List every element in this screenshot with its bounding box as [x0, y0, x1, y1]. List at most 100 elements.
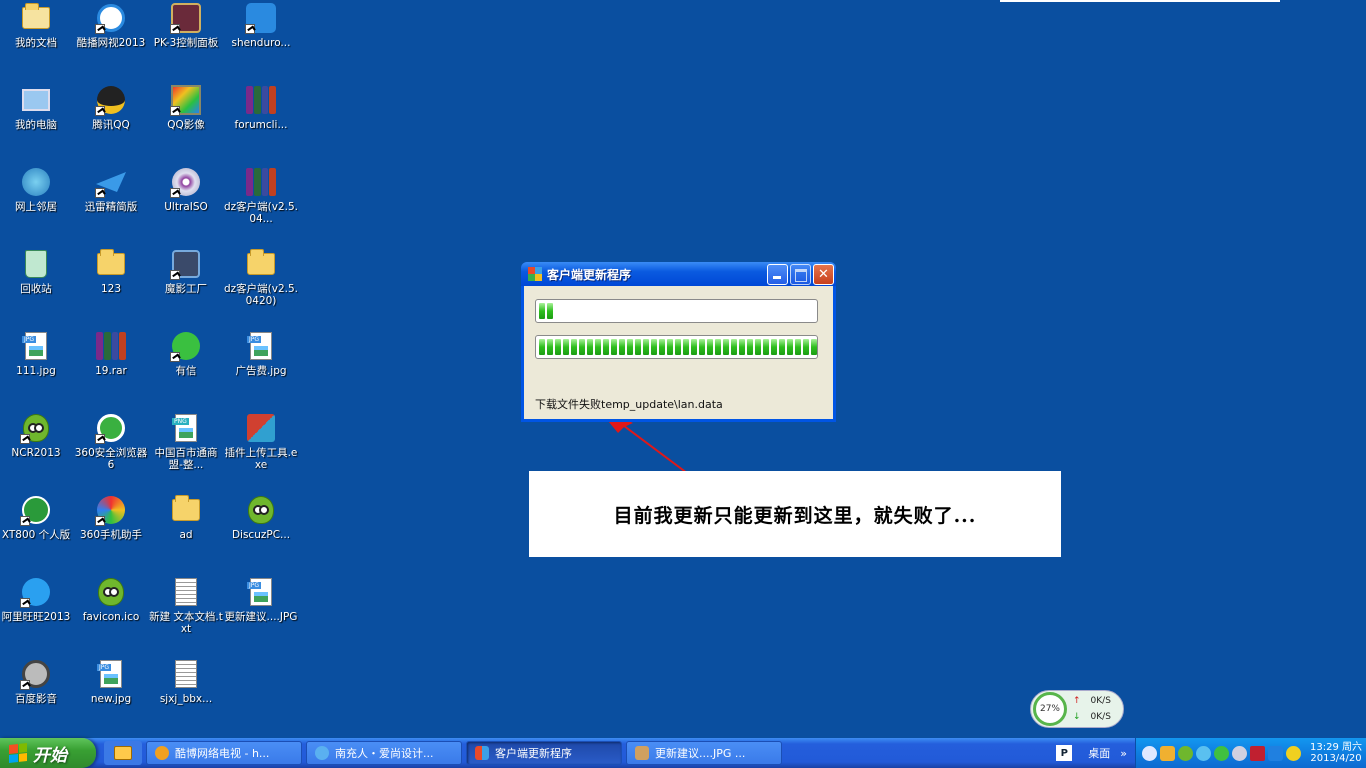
recycle-icon — [20, 248, 52, 280]
desktop-icon[interactable]: 阿里旺旺2013 — [0, 576, 74, 656]
progress-block — [715, 339, 721, 355]
tv-icon — [95, 2, 127, 34]
tray-app-icon[interactable] — [1250, 745, 1265, 761]
desktop-icon[interactable]: UltraISO — [148, 166, 224, 246]
progress-block — [539, 339, 545, 355]
jpg-icon: JPG — [20, 330, 52, 362]
minimize-button[interactable] — [767, 263, 788, 285]
desktop-icon-label: new.jpg — [90, 693, 132, 705]
desktop-icon[interactable]: 有信 — [148, 330, 224, 410]
desktop-icon-label: 插件上传工具.exe — [224, 447, 298, 471]
monster-icon — [20, 412, 52, 444]
desktop-icon[interactable]: JPG new.jpg — [73, 658, 149, 738]
progress-block — [643, 339, 649, 355]
desktop-icon-label: 新建 文本文档.txt — [149, 611, 223, 635]
start-label: 开始 — [33, 745, 67, 766]
thunder-icon — [95, 166, 127, 198]
desktop-icon[interactable]: 123 — [73, 248, 149, 328]
task-updater[interactable]: 客户端更新程序 — [466, 741, 622, 765]
desktop-icon[interactable]: 回收站 — [0, 248, 74, 328]
progress-block — [787, 339, 793, 355]
upload-rate: 0K/S — [1090, 696, 1111, 706]
desktop-icon[interactable]: 360手机助手 — [73, 494, 149, 574]
desktop-icon[interactable]: XT800 个人版 — [0, 494, 74, 574]
input-method-icon[interactable]: P — [1056, 745, 1073, 761]
desktop-icon[interactable]: 360安全浏览器6 — [73, 412, 149, 492]
desktop-icon[interactable]: PK-3控制面板 — [148, 2, 224, 82]
desktop-icon-label: 123 — [100, 283, 122, 295]
baidu-icon — [20, 658, 52, 690]
progress-block — [619, 339, 625, 355]
close-button[interactable]: ✕ — [813, 263, 834, 285]
desktop-icon[interactable]: NCR2013 — [0, 412, 74, 492]
desktop-icon[interactable]: 19.rar — [73, 330, 149, 410]
progress-block — [563, 339, 569, 355]
desktop-icon[interactable]: DiscuzPC... — [223, 494, 299, 574]
tray-shield-icon[interactable] — [1268, 745, 1283, 761]
desktop-icon[interactable]: forumcli... — [223, 84, 299, 164]
tray-monster-icon[interactable] — [1178, 745, 1193, 761]
desktop-icon[interactable]: 百度影音 — [0, 658, 74, 738]
desktop-icon[interactable]: 腾讯QQ — [73, 84, 149, 164]
quicklaunch-switch-windows-icon[interactable] — [104, 741, 142, 765]
youxin-icon — [170, 330, 202, 362]
desktop-icon[interactable]: JPG 111.jpg — [0, 330, 74, 410]
desktop-icon-label: 百度影音 — [15, 693, 57, 705]
progress-block — [667, 339, 673, 355]
tray-360-icon[interactable] — [1214, 745, 1229, 761]
download-rate: 0K/S — [1090, 712, 1111, 722]
pk3-icon — [170, 2, 202, 34]
tray-network-icon[interactable] — [1196, 745, 1211, 761]
desktop-icon-label: 中国百市通商盟-整... — [154, 447, 218, 471]
desktop-icon[interactable]: 插件上传工具.exe — [223, 412, 299, 492]
tray-audio-icon[interactable] — [1232, 745, 1247, 761]
desktop-icon[interactable]: 我的电脑 — [0, 84, 74, 164]
clock-date: 2013/4/20 — [1310, 753, 1362, 764]
desktop-icon-label: 网上邻居 — [15, 201, 57, 213]
desktop-icon[interactable]: 网上邻居 — [0, 166, 74, 246]
shen-icon — [245, 2, 277, 34]
folder-doc-icon — [20, 2, 52, 34]
desktop-icon[interactable]: shenduro... — [223, 2, 299, 82]
task-kubo-tv[interactable]: 酷博网络电视 - h... — [146, 741, 302, 765]
desktop-icon[interactable]: QQ影像 — [148, 84, 224, 164]
desktop-icon-label: favicon.ico — [82, 611, 140, 623]
desktop-icon[interactable]: dz客户端(v2.5.04... — [223, 166, 299, 246]
desktop-icon[interactable]: 新建 文本文档.txt — [148, 576, 224, 656]
progress-block — [755, 339, 761, 355]
desktop-icon[interactable]: 魔影工厂 — [148, 248, 224, 328]
download-arrow-icon: ↓ — [1073, 712, 1081, 722]
system-tray: 13:29 周六 2013/4/20 — [1135, 738, 1366, 768]
progress-block — [627, 339, 633, 355]
desktop-icon[interactable]: 我的文档 — [0, 2, 74, 82]
network-monitor[interactable]: 27% ↑ 0K/S ↓ 0K/S — [1030, 690, 1124, 728]
desktop-icon-label: 我的文档 — [15, 37, 57, 49]
desktop-icon[interactable]: favicon.ico — [73, 576, 149, 656]
tray-mail-icon[interactable] — [1160, 745, 1175, 761]
desktop-icon[interactable]: JPG 更新建议....JPG — [223, 576, 299, 656]
updater-app-icon — [528, 267, 542, 281]
desktop-icon[interactable]: 迅雷精简版 — [73, 166, 149, 246]
task-browser[interactable]: 南充人・爱尚设计... — [306, 741, 462, 765]
desktop-icon[interactable]: 酷播网视2013 — [73, 2, 149, 82]
maximize-button[interactable] — [790, 263, 811, 285]
taskbar: 开始 酷博网络电视 - h... 南充人・爱尚设计... 客户端更新程序 更新建… — [0, 738, 1366, 768]
task-image-viewer[interactable]: 更新建议....JPG ... — [626, 741, 782, 765]
desktop-icon[interactable]: PNG 中国百市通商盟-整... — [148, 412, 224, 492]
updater-dialog[interactable]: 客户端更新程序 ✕ 下载文件失败temp_update\lan.data — [521, 262, 836, 422]
desktop-icon[interactable]: dz客户端(v2.5.0420) — [223, 248, 299, 328]
desktop-icon[interactable]: JPG 广告费.jpg — [223, 330, 299, 410]
progress-block — [683, 339, 689, 355]
tray-plus-icon[interactable] — [1286, 745, 1301, 761]
toolbar-expand-chevron-icon[interactable]: » — [1120, 747, 1127, 760]
desktop-toolbar-label[interactable]: 桌面 — [1088, 745, 1110, 761]
desktop-icon-label: 我的电脑 — [15, 119, 57, 131]
tray-expand-icon[interactable] — [1142, 745, 1157, 761]
progress-block — [771, 339, 777, 355]
qq-icon — [95, 84, 127, 116]
desktop-icon[interactable]: ad — [148, 494, 224, 574]
desktop-icon[interactable]: sjxj_bbx... — [148, 658, 224, 738]
clock[interactable]: 13:29 周六 2013/4/20 — [1310, 742, 1362, 764]
dialog-titlebar[interactable]: 客户端更新程序 ✕ — [521, 262, 836, 286]
start-button[interactable]: 开始 — [0, 738, 96, 768]
